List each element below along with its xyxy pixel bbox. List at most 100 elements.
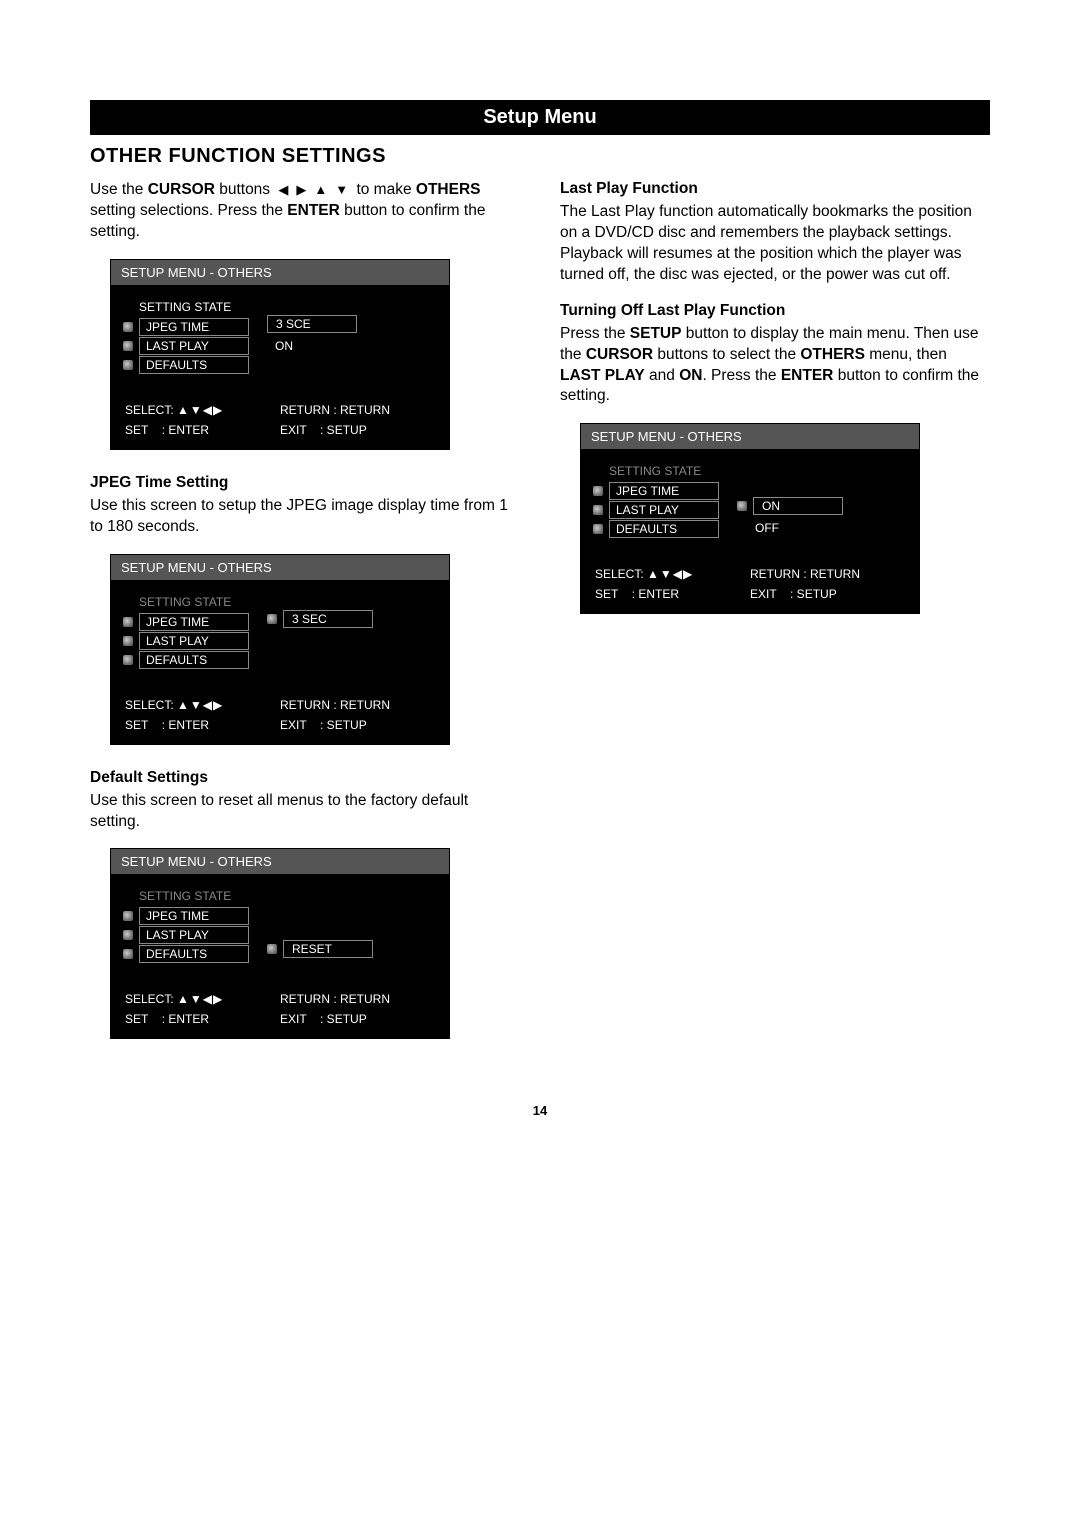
- arrow-up-icon: ▲: [314, 183, 327, 196]
- osd-item-last-play: LAST PLAY: [139, 926, 249, 944]
- arrow-icons: ▲▼◀▶: [177, 992, 223, 1006]
- osd-footer-return: RETURN : RETURN: [750, 567, 905, 581]
- osd-item-defaults: DEFAULTS: [139, 651, 249, 669]
- osd-value-jpeg: 3 SCE: [267, 315, 357, 333]
- osd-item-last-play: LAST PLAY: [609, 501, 719, 519]
- left-column: Use the CURSOR buttons ◀ ▶ ▲ ▼ to make O…: [90, 180, 520, 1063]
- right-column: Last Play Function The Last Play functio…: [560, 180, 990, 1063]
- osd-footer-select: SELECT: ▲▼◀▶: [125, 403, 280, 417]
- text-others: OTHERS: [800, 346, 865, 363]
- text: buttons to select the: [653, 346, 800, 363]
- osd-value-reset: RESET: [283, 940, 373, 958]
- osd-menu-3: SETUP MENU - OTHERS SETTING STATE JPEG T…: [110, 848, 450, 1039]
- osd-item-defaults: DEFAULTS: [139, 945, 249, 963]
- osd-value-off: OFF: [753, 519, 843, 537]
- arrow-left-icon: ◀: [278, 183, 288, 196]
- osd-footer-set: SET : ENTER: [125, 718, 280, 732]
- osd-value-on: ON: [753, 497, 843, 515]
- bullet-icon: [123, 911, 133, 921]
- bullet-icon: [123, 636, 133, 646]
- osd-item-defaults: DEFAULTS: [609, 520, 719, 538]
- text: setting selections. Press the: [90, 202, 287, 219]
- osd-item-jpeg-time: JPEG TIME: [139, 318, 249, 336]
- osd-footer-select: SELECT: ▲▼◀▶: [125, 698, 280, 712]
- osd-menu-2: SETUP MENU - OTHERS SETTING STATE JPEG T…: [110, 554, 450, 745]
- osd-footer-return: RETURN : RETURN: [280, 992, 435, 1006]
- bullet-icon: [267, 614, 277, 624]
- bullet-icon: [123, 360, 133, 370]
- bullet-icon: [123, 341, 133, 351]
- osd-title: SETUP MENU - OTHERS: [111, 260, 449, 285]
- defaults-text: Use this screen to reset all menus to th…: [90, 791, 520, 833]
- osd-footer-exit: EXIT : SETUP: [280, 718, 435, 732]
- text-cursor: CURSOR: [148, 181, 215, 198]
- osd-footer-set: SET : ENTER: [595, 587, 750, 601]
- osd-item-jpeg-time: JPEG TIME: [609, 482, 719, 500]
- arrow-icons: ▲▼◀▶: [177, 403, 223, 417]
- bullet-icon: [123, 617, 133, 627]
- bullet-icon: [123, 949, 133, 959]
- page-number: 14: [90, 1103, 990, 1118]
- turnoff-text: Press the SETUP button to display the ma…: [560, 324, 990, 408]
- bullet-icon: [123, 322, 133, 332]
- arrow-down-icon: ▼: [335, 183, 348, 196]
- osd-title: SETUP MENU - OTHERS: [111, 849, 449, 874]
- text: buttons: [215, 181, 274, 198]
- osd-item-setting-state: SETTING STATE: [139, 299, 237, 317]
- arrow-icons: ▲▼◀▶: [647, 567, 693, 581]
- text-enter: ENTER: [287, 202, 340, 219]
- jpeg-text: Use this screen to setup the JPEG image …: [90, 496, 520, 538]
- arrow-right-icon: ▶: [296, 183, 306, 196]
- text: and: [645, 367, 679, 384]
- osd-footer-set: SET : ENTER: [125, 1012, 280, 1026]
- bullet-icon: [737, 501, 747, 511]
- bullet-icon: [123, 655, 133, 665]
- section-heading: OTHER FUNCTION SETTINGS: [90, 145, 990, 168]
- osd-value-lastplay: ON: [267, 337, 357, 355]
- text-setup: SETUP: [630, 325, 682, 342]
- osd-item-last-play: LAST PLAY: [139, 337, 249, 355]
- text: Press the: [560, 325, 630, 342]
- osd-footer-set: SET : ENTER: [125, 423, 280, 437]
- turnoff-heading: Turning Off Last Play Function: [560, 302, 990, 320]
- jpeg-heading: JPEG Time Setting: [90, 474, 520, 492]
- osd-title: SETUP MENU - OTHERS: [111, 555, 449, 580]
- text: Use the: [90, 181, 148, 198]
- osd-item-jpeg-time: JPEG TIME: [139, 613, 249, 631]
- osd-item-setting-state: SETTING STATE: [609, 463, 707, 481]
- text: . Press the: [702, 367, 780, 384]
- osd-title: SETUP MENU - OTHERS: [581, 424, 919, 449]
- arrow-icons: ▲▼◀▶: [177, 698, 223, 712]
- osd-item-setting-state: SETTING STATE: [139, 888, 237, 906]
- osd-footer-return: RETURN : RETURN: [280, 698, 435, 712]
- osd-value-jpeg: 3 SEC: [283, 610, 373, 628]
- bullet-icon: [593, 486, 603, 496]
- osd-footer-select: SELECT: ▲▼◀▶: [125, 992, 280, 1006]
- lastplay-heading: Last Play Function: [560, 180, 990, 198]
- bullet-icon: [593, 524, 603, 534]
- bullet-icon: [123, 930, 133, 940]
- osd-item-defaults: DEFAULTS: [139, 356, 249, 374]
- osd-menu-1: SETUP MENU - OTHERS SETTING STATE JPEG T…: [110, 259, 450, 450]
- osd-footer-select: SELECT: ▲▼◀▶: [595, 567, 750, 581]
- osd-item-setting-state: SETTING STATE: [139, 594, 237, 612]
- osd-item-last-play: LAST PLAY: [139, 632, 249, 650]
- text: to make: [356, 181, 415, 198]
- defaults-heading: Default Settings: [90, 769, 520, 787]
- bullet-icon: [267, 944, 277, 954]
- osd-footer-return: RETURN : RETURN: [280, 403, 435, 417]
- text: menu, then: [865, 346, 947, 363]
- arrow-icons: ◀ ▶ ▲ ▼: [278, 183, 348, 196]
- intro-text: Use the CURSOR buttons ◀ ▶ ▲ ▼ to make O…: [90, 180, 520, 243]
- osd-item-jpeg-time: JPEG TIME: [139, 907, 249, 925]
- bullet-icon: [593, 505, 603, 515]
- osd-footer-exit: EXIT : SETUP: [750, 587, 905, 601]
- text-others: OTHERS: [416, 181, 481, 198]
- banner-title: Setup Menu: [90, 100, 990, 135]
- text-on: ON: [679, 367, 702, 384]
- lastplay-text: The Last Play function automatically boo…: [560, 202, 990, 286]
- osd-footer-exit: EXIT : SETUP: [280, 423, 435, 437]
- text-lastplay: LAST PLAY: [560, 367, 645, 384]
- osd-footer-exit: EXIT : SETUP: [280, 1012, 435, 1026]
- osd-menu-4: SETUP MENU - OTHERS SETTING STATE JPEG T…: [580, 423, 920, 614]
